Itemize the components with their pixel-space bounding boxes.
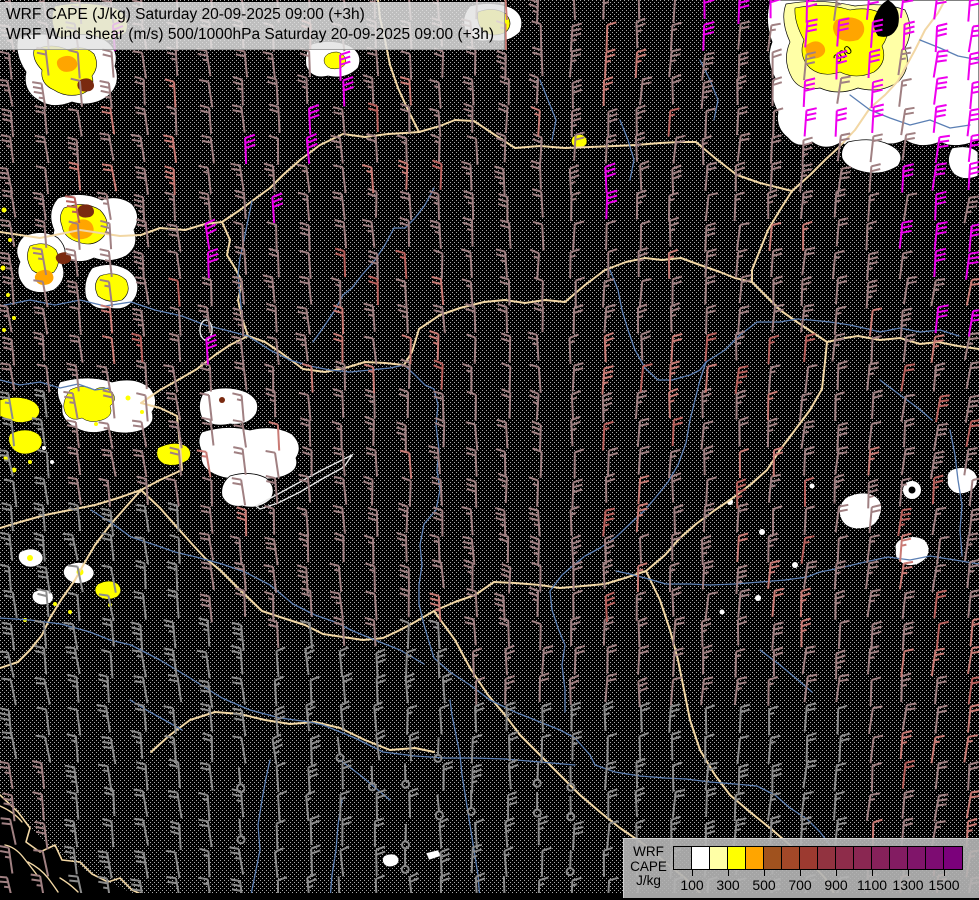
legend-color-box [764,847,782,869]
legend-tick-mark [800,869,801,876]
legend-variable-label: CAPE [624,860,673,875]
legend-tick-label: 1500 [928,877,959,893]
legend-labels: WRF CAPE J/kg [624,839,673,898]
legend-color-box [854,847,872,869]
legend-color-box [890,847,908,869]
legend-tick-mark [728,869,729,876]
legend-color-boxes [673,846,963,870]
legend-color-box [710,847,728,869]
legend-tick-mark [692,869,693,876]
legend-tick-label: 700 [788,877,811,893]
legend-color-box [926,847,944,869]
legend-color-box [782,847,800,869]
legend-tick-mark [872,869,873,876]
legend-color-box [944,847,962,869]
legend-color-box [692,847,710,869]
legend-color-box [746,847,764,869]
legend-color-box [908,847,926,869]
legend-model-label: WRF [624,845,673,860]
legend-color-box [728,847,746,869]
legend-color-box [674,847,692,869]
legend-color-box [800,847,818,869]
legend-unit-label: J/kg [624,874,673,889]
legend-tick-label: 500 [752,877,775,893]
cape-legend: WRF CAPE J/kg 100 300 500 700 900 1100 1300 150… [623,838,979,898]
legend-tick-mark [908,869,909,876]
legend-tick-label: 1300 [892,877,923,893]
legend-tick-mark [764,869,765,876]
legend-tick-label: 900 [824,877,847,893]
map-canvas: 300 [0,0,979,900]
legend-tick-mark [836,869,837,876]
legend-tick-label: 100 [680,877,703,893]
legend-color-box [818,847,836,869]
legend-color-box [836,847,854,869]
legend-colorbar: 100 300 500 700 900 1100 1300 1500 [673,846,963,898]
weather-map: 300 WRF CAPE (J/kg) Saturday 20-09-2025 … [0,0,979,900]
map-title-overlay: WRF CAPE (J/kg) Saturday 20-09-2025 09:0… [0,2,505,50]
legend-tick-label: 300 [716,877,739,893]
legend-tick-mark [944,869,945,876]
title-line-cape: WRF CAPE (J/kg) Saturday 20-09-2025 09:0… [6,5,494,25]
legend-color-box [872,847,890,869]
title-line-shear: WRF Wind shear (m/s) 500/1000hPa Saturda… [6,25,494,45]
legend-tick-label: 1100 [857,877,887,893]
